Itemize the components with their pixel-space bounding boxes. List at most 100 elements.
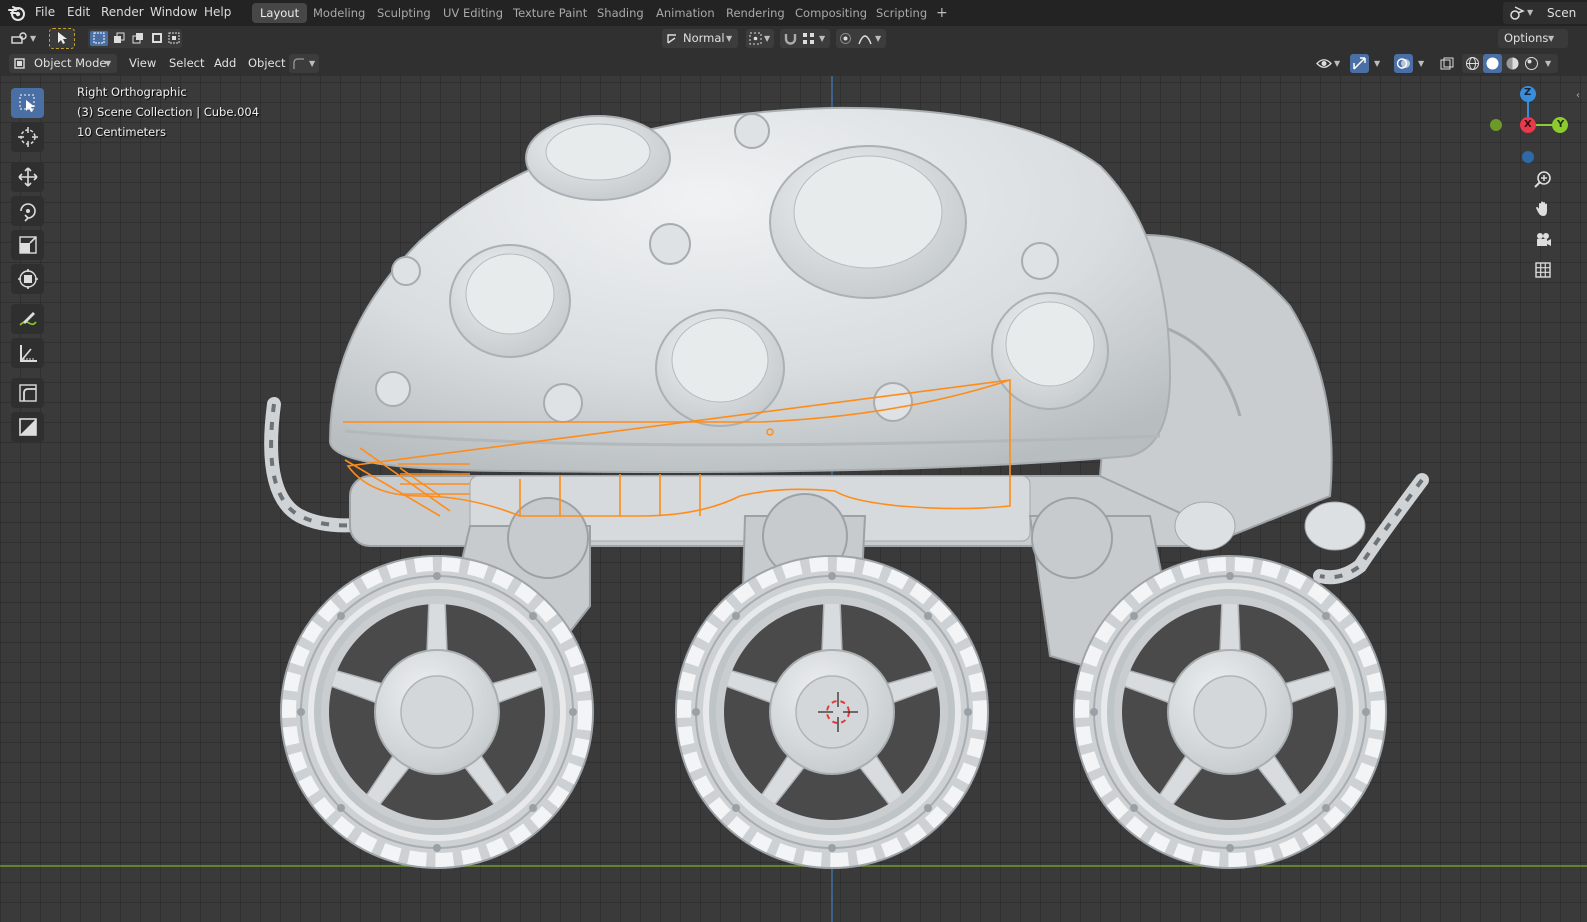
tab-modeling[interactable]: Modeling (305, 3, 373, 23)
scene-name: Scen (1547, 6, 1577, 20)
tab-sculpting[interactable]: Sculpting (369, 3, 439, 23)
select-box-tool[interactable] (11, 88, 44, 118)
pivot-point-dropdown[interactable]: ▼ (746, 29, 774, 48)
zoom-button[interactable] (1530, 166, 1556, 192)
xray-toggle-icon[interactable] (1440, 57, 1454, 71)
gizmo-toggle[interactable]: ▼ (1350, 54, 1386, 73)
active-tool-button[interactable] (49, 28, 75, 49)
add-shape-icon (18, 384, 37, 402)
scale-tool[interactable] (11, 230, 44, 260)
options-dropdown[interactable]: Options ▼ (1498, 29, 1568, 48)
material-shading-icon[interactable] (1505, 56, 1520, 71)
menu-window[interactable]: Window (150, 5, 197, 19)
select-subtract-icon[interactable] (132, 32, 144, 44)
navigation-gizmo[interactable] (1478, 82, 1568, 172)
orientation-value: Normal (683, 31, 725, 45)
add-cube-tool[interactable] (11, 378, 44, 408)
snapping-group: ▼ (780, 29, 830, 48)
perspective-toggle-button[interactable] (1530, 257, 1556, 283)
eye-icon (1316, 59, 1332, 68)
shading-mode-group: ▼ (1462, 54, 1558, 73)
view-menu[interactable]: View (125, 54, 160, 73)
select-box-icon (19, 94, 35, 112)
selection-mode-group (88, 29, 182, 48)
tab-compositing[interactable]: Compositing (787, 3, 875, 23)
tab-texture-paint[interactable]: Texture Paint (505, 3, 595, 23)
grid-scale: 10 Centimeters (77, 125, 166, 139)
chevron-down-icon: ▼ (1374, 59, 1381, 68)
magnet-icon[interactable] (783, 31, 798, 46)
proportional-editing-group: ▼ (836, 29, 886, 48)
menu-edit[interactable]: Edit (67, 5, 90, 19)
tab-layout[interactable]: Layout (252, 3, 308, 23)
tab-uv-editing[interactable]: UV Editing (435, 3, 511, 23)
select-menu[interactable]: Select (165, 54, 208, 73)
chevron-down-icon: ▼ (726, 34, 733, 43)
camera-icon (1537, 233, 1551, 246)
pivot-icon (749, 32, 762, 45)
snap-increment-icon[interactable] (802, 32, 815, 45)
chevron-down-icon: ▼ (105, 59, 112, 68)
orientation-icon (667, 34, 676, 44)
menu-help[interactable]: Help (204, 5, 231, 19)
rover-model-render (0, 76, 1587, 922)
chevron-down-icon: ▼ (764, 34, 771, 43)
chevron-down-icon: ▼ (1548, 34, 1555, 43)
wireframe-shading-icon[interactable] (1465, 56, 1480, 71)
object-menu[interactable]: Object (244, 54, 289, 73)
move-tool[interactable] (11, 162, 44, 192)
visibility-dropdown[interactable]: ▼ (1314, 54, 1344, 73)
tab-rendering[interactable]: Rendering (718, 3, 793, 23)
rotate-icon (19, 203, 36, 222)
measure-ruler-icon (19, 345, 37, 362)
add-workspace-button[interactable]: + (928, 3, 956, 23)
camera-view-button[interactable] (1530, 227, 1556, 253)
menu-render[interactable]: Render (101, 5, 144, 19)
cursor-tool[interactable] (11, 122, 44, 152)
falloff-curve-icon[interactable] (858, 32, 872, 45)
tool-settings-header: ▼ Normal ▼ ▼ ▼ ▼ Options ▼ (0, 26, 1587, 51)
blender-logo-icon[interactable] (8, 4, 26, 22)
tab-animation[interactable]: Animation (648, 3, 723, 23)
solid-shading-icon[interactable] (1485, 56, 1500, 71)
menu-file[interactable]: File (35, 5, 55, 19)
add-menu[interactable]: Add (210, 54, 240, 73)
hand-pan-icon (1536, 201, 1547, 216)
options-label: Options (1504, 31, 1549, 45)
add-plane-tool[interactable] (11, 412, 44, 442)
transform-icon (17, 269, 38, 289)
chevron-down-icon: ▼ (30, 34, 37, 43)
proportional-edit-icon[interactable] (839, 32, 852, 45)
chevron-down-icon: ▼ (875, 34, 882, 43)
object-mode-icon (14, 58, 25, 69)
tab-shading[interactable]: Shading (589, 3, 652, 23)
pan-button[interactable] (1530, 196, 1556, 222)
chevron-down-icon: ▼ (1334, 59, 1341, 68)
gizmo-y-label: Y (1557, 119, 1565, 130)
gizmo-x-label: X (1524, 119, 1532, 130)
gizmo-z-label: Z (1524, 87, 1532, 98)
select-invert-icon[interactable] (151, 32, 163, 44)
cursor-arrow-icon (58, 32, 67, 44)
3d-viewport[interactable]: Right Orthographic (3) Scene Collection … (0, 76, 1587, 922)
overlay-toggle[interactable]: ▼ (1394, 54, 1430, 73)
chevron-down-icon: ▼ (1527, 8, 1534, 17)
gizmo-icon (1353, 57, 1366, 70)
select-intersect-icon[interactable] (168, 32, 180, 44)
chevron-down-icon: ▼ (819, 34, 826, 43)
scene-selector[interactable]: ▼ Scen (1503, 2, 1587, 24)
tab-scripting[interactable]: Scripting (868, 3, 935, 23)
gpencil-dropdown[interactable]: ▼ (289, 54, 319, 73)
measure-tool[interactable] (11, 338, 44, 368)
rendered-shading-icon[interactable] (1524, 56, 1539, 71)
collection-info: (3) Scene Collection | Cube.004 (77, 105, 260, 119)
mode-dropdown[interactable]: Object Mode ▼ (9, 54, 117, 73)
rotate-tool[interactable] (11, 196, 44, 226)
annotate-tool[interactable] (11, 304, 44, 334)
sidebar-toggle-icon[interactable]: ‹ (1576, 90, 1580, 101)
transform-orientation-dropdown[interactable]: Normal ▼ (662, 29, 738, 48)
editor-type-button[interactable]: ▼ (8, 29, 40, 48)
select-extend-icon[interactable] (113, 32, 125, 44)
chevron-down-icon: ▼ (1418, 59, 1425, 68)
transform-tool[interactable] (11, 264, 44, 294)
